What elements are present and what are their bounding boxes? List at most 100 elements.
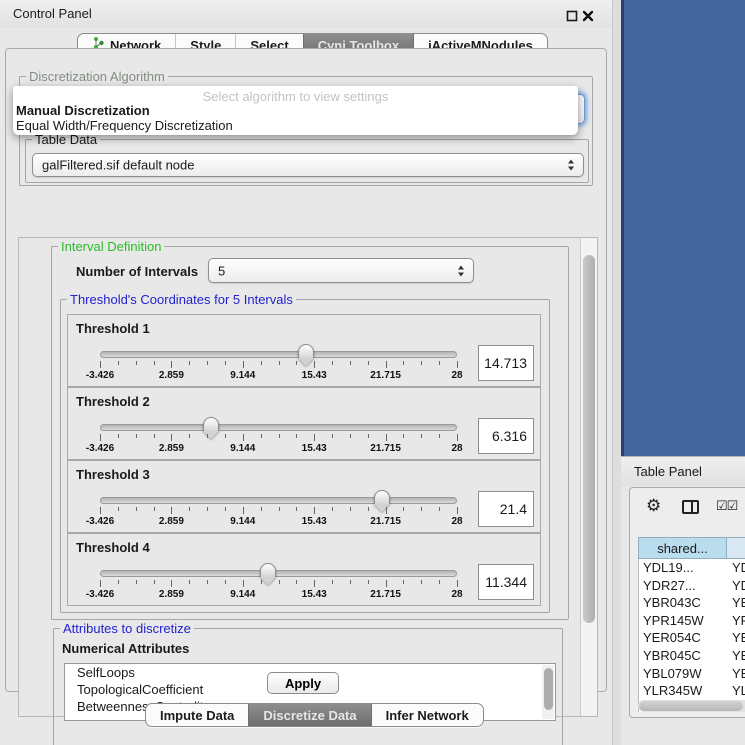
slider-ticks: -3.4262.8599.14415.4321.71528	[100, 434, 457, 456]
table-cell: YBR045C	[639, 647, 728, 665]
interval-definition-title: Interval Definition	[58, 239, 164, 254]
table-cell: YDR27...	[639, 577, 728, 595]
column-header-name[interactable]: name	[727, 537, 745, 559]
tick-label: 2.859	[159, 443, 184, 454]
table-row[interactable]: YDL19...YDL19...	[639, 559, 745, 577]
apply-button[interactable]: Apply	[267, 672, 339, 694]
attributes-group-title: Attributes to discretize	[60, 621, 194, 636]
table-row[interactable]: YDR27...YDR27...	[639, 577, 745, 595]
panel-divider[interactable]	[613, 0, 621, 745]
slider-track[interactable]	[100, 424, 457, 431]
select-columns-icon[interactable]: ☑☑	[716, 498, 737, 514]
table-data-group: Table Data galFiltered.sif default node	[25, 139, 589, 183]
threshold-row-3: Threshold 3-3.4262.8599.14415.4321.71528…	[67, 460, 541, 533]
cyni-toolbox-pane: Discretization Algorithm Table Data galF…	[5, 48, 607, 692]
table-cell: YER054C	[728, 629, 745, 647]
interval-definition-group: Interval Definition Number of Intervals …	[51, 246, 569, 620]
table-cell: YPR145W	[639, 612, 728, 630]
column-header-shared[interactable]: shared...	[638, 537, 727, 559]
table-row[interactable]: YER054CYER054C	[639, 629, 745, 647]
tab-impute-data[interactable]: Impute Data	[146, 704, 248, 726]
tick-label: 9.144	[230, 370, 255, 381]
slider-ticks: -3.4262.8599.14415.4321.71528	[100, 507, 457, 529]
table-cell: YBL079W	[728, 665, 745, 683]
threshold-value-field[interactable]: 11.344	[478, 564, 534, 600]
tick-label: 9.144	[230, 443, 255, 454]
threshold-label: Threshold 3	[76, 467, 150, 482]
scrollbar-thumb[interactable]	[583, 255, 595, 623]
slider-thumb[interactable]	[260, 563, 276, 577]
table-row[interactable]: YBR043CYBR043C	[639, 594, 745, 612]
threshold-value-field[interactable]: 6.316	[478, 418, 534, 454]
tick-label: 28	[451, 589, 462, 600]
threshold-value-field[interactable]: 14.713	[478, 345, 534, 381]
table-row[interactable]: YPR145WYPR145W	[639, 612, 745, 630]
table-horizontal-scrollbar[interactable]	[638, 700, 745, 712]
threshold-label: Threshold 1	[76, 321, 150, 336]
tick-label: 21.715	[370, 516, 401, 527]
stepper-arrows-icon	[458, 265, 465, 276]
tick-label: -3.426	[86, 370, 114, 381]
algorithm-option-manual-discretization[interactable]: Manual Discretization	[16, 103, 150, 118]
thresholds-group-title: Threshold's Coordinates for 5 Intervals	[67, 292, 296, 307]
table-header-row: shared...name	[638, 537, 745, 559]
slider-track[interactable]	[100, 570, 457, 577]
tab-infer-network[interactable]: Infer Network	[371, 704, 483, 726]
number-of-intervals-combobox[interactable]: 5	[208, 258, 474, 283]
number-of-intervals-label: Number of Intervals	[76, 264, 198, 279]
tick-label: 21.715	[370, 370, 401, 381]
slider-thumb[interactable]	[298, 344, 314, 358]
tick-label: 15.43	[302, 516, 327, 527]
slider-ticks: -3.4262.8599.14415.4321.71528	[100, 580, 457, 602]
settings-scrollbar[interactable]	[580, 238, 597, 716]
table-panel: ⚙ ☑☑ shared...name YDL19...YDL19...YDR27…	[629, 487, 745, 718]
table-cell: YLR345W	[639, 682, 728, 700]
tick-label: -3.426	[86, 589, 114, 600]
numerical-attributes-label: Numerical Attributes	[62, 641, 189, 656]
gear-icon[interactable]: ⚙	[646, 496, 661, 516]
table-cell: YDL19...	[728, 559, 745, 577]
table-row[interactable]: YBR045CYBR045C	[639, 647, 745, 665]
table-cell: YBR043C	[728, 594, 745, 612]
tick-label: 28	[451, 443, 462, 454]
window-title: Control Panel	[13, 6, 92, 21]
attributes-scrollbar[interactable]	[542, 665, 554, 719]
discretization-algorithm-title: Discretization Algorithm	[26, 69, 168, 84]
tick-label: 9.144	[230, 516, 255, 527]
slider-ticks: -3.4262.8599.14415.4321.71528	[100, 361, 457, 383]
table-data-value: galFiltered.sif default node	[42, 158, 194, 173]
float-icon[interactable]	[566, 9, 578, 21]
table-row[interactable]: YLR345WYLR345W	[639, 682, 745, 700]
settings-scroll-viewport: Interval Definition Number of Intervals …	[18, 237, 598, 717]
slider-track[interactable]	[100, 351, 457, 358]
table-cell: YBR043C	[639, 594, 728, 612]
table-body: YDL19...YDL19...YDR27...YDR27...YBR043CY…	[638, 559, 745, 712]
number-of-intervals-value: 5	[218, 263, 225, 278]
slider-thumb[interactable]	[374, 490, 390, 504]
table-cell: YLR345W	[728, 682, 745, 700]
tick-label: 15.43	[302, 370, 327, 381]
threshold-value-field[interactable]: 21.4	[478, 491, 534, 527]
table-cell: YPR145W	[728, 612, 745, 630]
tick-label: 15.43	[302, 589, 327, 600]
algorithm-option-equal-width-frequency-discretization[interactable]: Equal Width/Frequency Discretization	[16, 118, 233, 133]
tick-label: -3.426	[86, 516, 114, 527]
table-panel-titlebar: Table Panel	[621, 456, 745, 486]
network-desktop: GAL80GACGAL11GAL4GCY1HHAP2	[621, 0, 745, 456]
stepper-arrows-icon	[568, 160, 575, 171]
slider-thumb[interactable]	[203, 417, 219, 431]
tick-label: 28	[451, 516, 462, 527]
table-cell: YDR27...	[728, 577, 745, 595]
threshold-row-1: Threshold 1-3.4262.8599.14415.4321.71528…	[67, 314, 541, 387]
table-row[interactable]: YBL079WYBL079W	[639, 665, 745, 683]
tab-discretize-data[interactable]: Discretize Data	[248, 704, 370, 726]
slider-track[interactable]	[100, 497, 457, 504]
table-data-combobox[interactable]: galFiltered.sif default node	[32, 153, 584, 177]
split-columns-icon[interactable]	[682, 500, 699, 514]
close-icon[interactable]	[582, 9, 594, 21]
table-cell: YBL079W	[639, 665, 728, 683]
algorithm-dropdown-popup: Select algorithm to view settings Manual…	[13, 86, 578, 135]
table-panel-title: Table Panel	[634, 464, 702, 479]
thresholds-group: Threshold's Coordinates for 5 Intervals …	[60, 299, 550, 613]
algorithm-hint-text: Select algorithm to view settings	[13, 89, 578, 104]
